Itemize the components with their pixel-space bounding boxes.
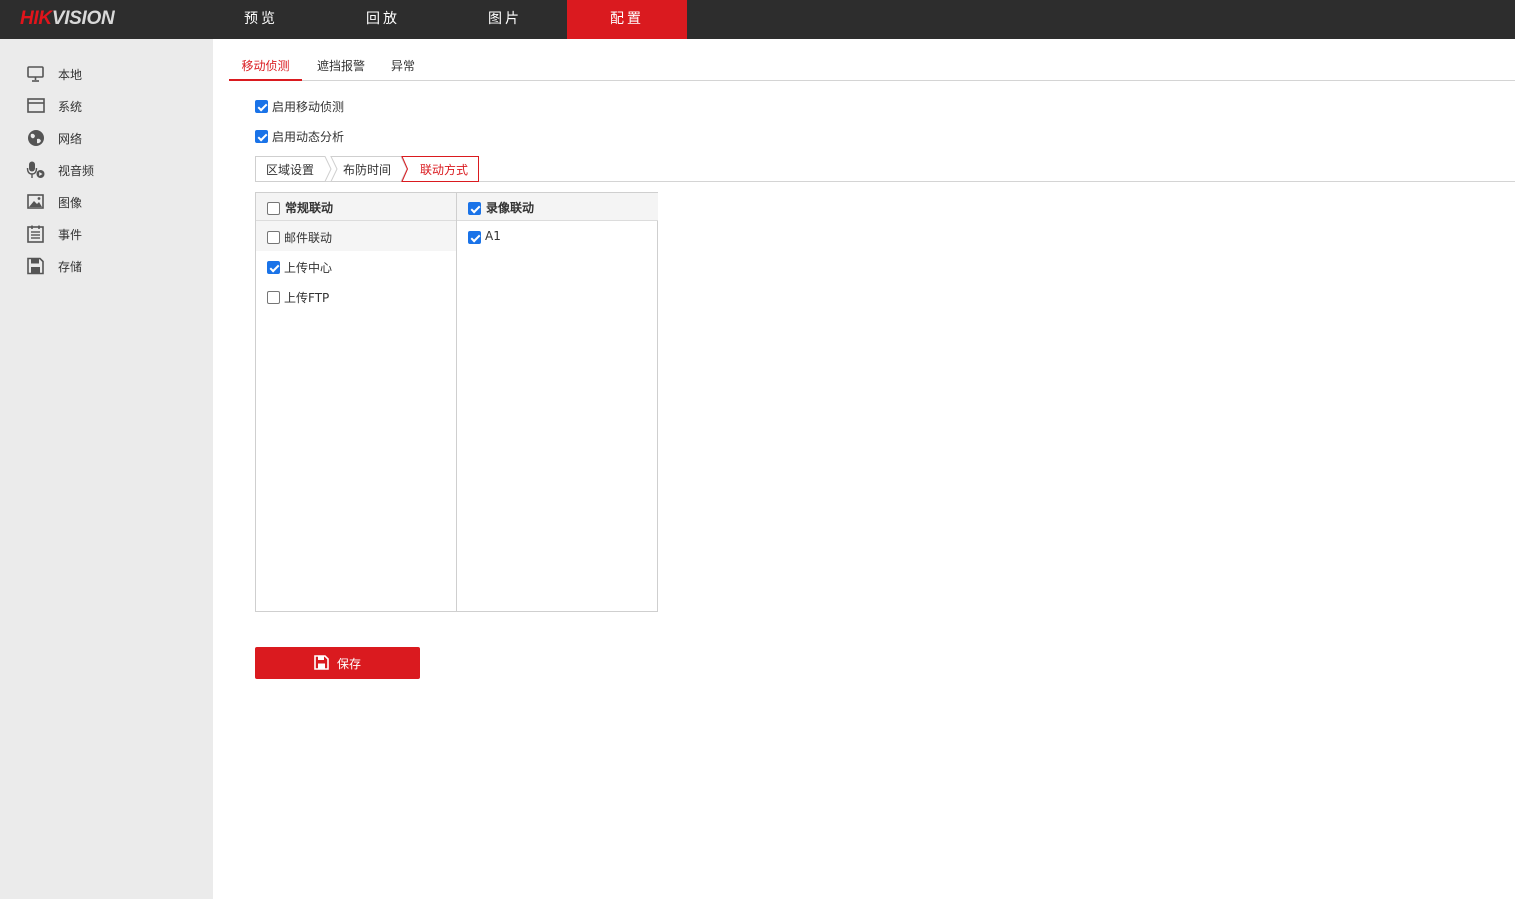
normal-linkage-column: 常规联动 邮件联动 上传中心 上传FTP bbox=[256, 193, 457, 611]
save-icon bbox=[314, 655, 329, 670]
subtab-arming-schedule[interactable]: 布防时间 bbox=[325, 156, 409, 182]
globe-icon bbox=[28, 130, 44, 146]
upload-ftp-checkbox[interactable] bbox=[267, 291, 280, 304]
enable-motion-detection-checkbox[interactable] bbox=[255, 100, 268, 113]
channel-a1-checkbox[interactable] bbox=[468, 231, 481, 244]
subtab-label: 联动方式 bbox=[420, 163, 469, 177]
list-item[interactable]: 上传中心 bbox=[256, 251, 456, 281]
normal-linkage-label: 常规联动 bbox=[285, 201, 334, 215]
hikvision-logo: HIKVISION bbox=[20, 8, 115, 29]
linkage-panel: 常规联动 邮件联动 上传中心 上传FTP 录像联动 A1 bbox=[255, 192, 658, 612]
sidebar-item-network[interactable]: 网络 bbox=[0, 123, 213, 153]
subtab-linkage-method[interactable]: 联动方式 bbox=[401, 156, 481, 182]
list-item[interactable]: 上传FTP bbox=[256, 281, 456, 311]
top-bar: HIKVISION 预览 回放 图片 配置 bbox=[0, 0, 1515, 39]
tab-exception[interactable]: 异常 bbox=[381, 52, 425, 81]
sidebar-item-label: 系统 bbox=[58, 100, 83, 114]
nav-playback[interactable]: 回放 bbox=[323, 0, 443, 39]
enable-motion-detection-label: 启用移动侦测 bbox=[272, 100, 345, 114]
sidebar-item-label: 事件 bbox=[58, 228, 83, 242]
nav-configuration[interactable]: 配置 bbox=[567, 0, 687, 39]
email-linkage-label: 邮件联动 bbox=[284, 231, 333, 245]
record-linkage-checkbox[interactable] bbox=[468, 202, 481, 215]
channel-a1-label: A1 bbox=[485, 229, 501, 243]
sidebar-item-local[interactable]: 本地 bbox=[0, 59, 213, 89]
sidebar: 本地 系统 网络 视音频 图像 事件 存储 bbox=[0, 39, 213, 899]
tab-tamper-alarm[interactable]: 遮挡报警 bbox=[307, 52, 375, 81]
subtab-label: 区域设置 bbox=[266, 163, 315, 177]
sidebar-item-image[interactable]: 图像 bbox=[0, 187, 213, 217]
upload-ftp-label: 上传FTP bbox=[284, 291, 330, 305]
upload-center-checkbox[interactable] bbox=[267, 261, 280, 274]
sidebar-item-system[interactable]: 系统 bbox=[0, 91, 213, 121]
list-item[interactable]: A1 bbox=[457, 221, 658, 251]
sidebar-item-event[interactable]: 事件 bbox=[0, 219, 213, 249]
save-button[interactable]: 保存 bbox=[255, 647, 420, 679]
window-icon bbox=[27, 98, 45, 113]
email-linkage-checkbox[interactable] bbox=[267, 231, 280, 244]
nav-picture[interactable]: 图片 bbox=[445, 0, 565, 39]
calendar-list-icon bbox=[27, 225, 44, 243]
sidebar-item-label: 视音频 bbox=[58, 164, 95, 178]
record-linkage-column: 录像联动 A1 bbox=[457, 193, 658, 611]
record-linkage-header: 录像联动 bbox=[457, 193, 658, 221]
sidebar-item-storage[interactable]: 存储 bbox=[0, 251, 213, 281]
upload-center-label: 上传中心 bbox=[284, 261, 333, 275]
sidebar-item-label: 网络 bbox=[58, 132, 83, 146]
tab-motion-detection[interactable]: 移动侦测 bbox=[229, 52, 302, 81]
record-linkage-label: 录像联动 bbox=[486, 201, 535, 215]
enable-dynamic-analysis-label: 启用动态分析 bbox=[272, 130, 345, 144]
nav-preview[interactable]: 预览 bbox=[201, 0, 321, 39]
sidebar-item-label: 本地 bbox=[58, 68, 83, 82]
sidebar-item-label: 存储 bbox=[58, 260, 83, 274]
enable-dynamic-analysis-checkbox[interactable] bbox=[255, 130, 268, 143]
monitor-icon bbox=[27, 66, 44, 82]
normal-linkage-checkbox[interactable] bbox=[267, 202, 280, 215]
settings-subtabs: 区域设置 布防时间 联动方式 bbox=[255, 156, 1515, 182]
subtab-label: 布防时间 bbox=[343, 163, 392, 177]
normal-linkage-header: 常规联动 bbox=[256, 193, 456, 221]
sidebar-item-video-audio[interactable]: 视音频 bbox=[0, 155, 213, 185]
microphone-icon bbox=[26, 161, 45, 178]
event-tabs: 移动侦测 遮挡报警 异常 bbox=[229, 52, 1515, 81]
save-button-label: 保存 bbox=[337, 657, 362, 671]
sidebar-item-label: 图像 bbox=[58, 196, 83, 210]
image-icon bbox=[27, 194, 44, 209]
floppy-disk-icon bbox=[27, 257, 44, 275]
list-item[interactable]: 邮件联动 bbox=[256, 221, 456, 251]
subtab-area-settings[interactable]: 区域设置 bbox=[255, 156, 335, 182]
